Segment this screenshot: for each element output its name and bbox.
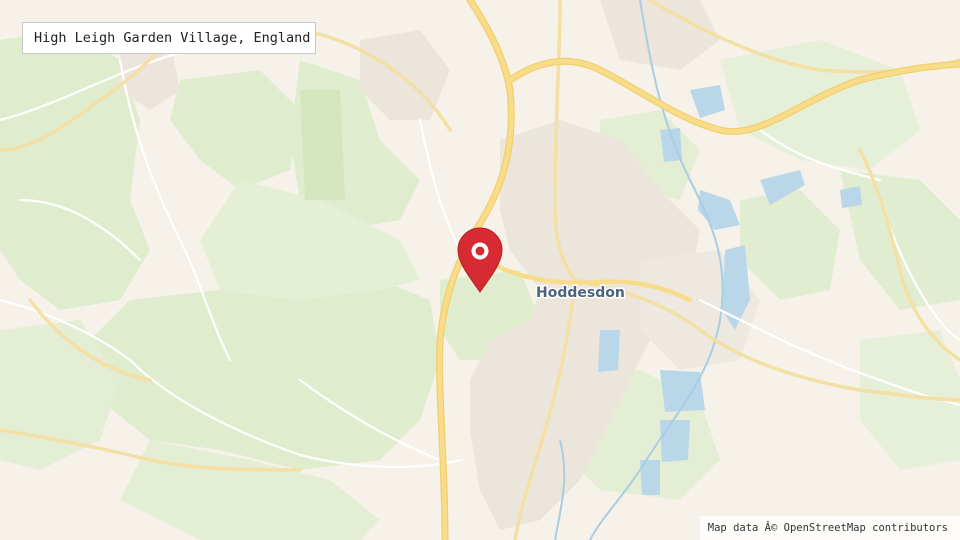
map-view[interactable]: Hoddesdon High Leigh Garden Village, Eng… bbox=[0, 0, 960, 540]
location-title: High Leigh Garden Village, England bbox=[22, 22, 316, 54]
town-label-hoddesdon: Hoddesdon bbox=[536, 285, 625, 301]
map-attribution[interactable]: Map data Â© OpenStreetMap contributors bbox=[699, 516, 960, 540]
map-canvas[interactable]: Hoddesdon bbox=[0, 0, 960, 540]
